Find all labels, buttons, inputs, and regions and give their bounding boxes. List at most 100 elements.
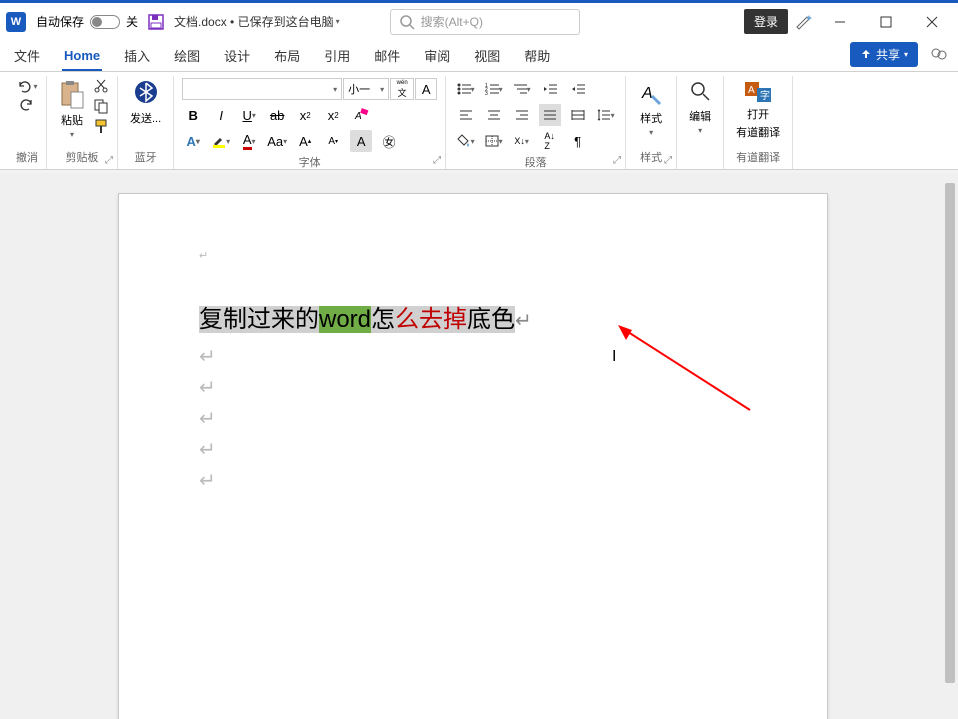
- dialog-launcher-icon[interactable]: ⤢: [105, 155, 113, 166]
- italic-button[interactable]: I: [210, 104, 232, 126]
- tab-home[interactable]: Home: [62, 42, 102, 71]
- autosave-state: 关: [126, 13, 138, 30]
- scrollbar-thumb[interactable]: [945, 183, 955, 683]
- undo-icon[interactable]: [16, 78, 32, 94]
- page[interactable]: ↵ 复制过来的word怎么去掉底色↵ ↵ ↵ ↵ ↵ ↵: [118, 193, 828, 719]
- shrink-font-button[interactable]: A▾: [322, 130, 344, 152]
- vertical-scrollbar[interactable]: [943, 173, 957, 719]
- tab-draw[interactable]: 绘图: [172, 40, 202, 71]
- group-label-styles: 样式: [640, 149, 662, 165]
- comments-icon[interactable]: [930, 46, 948, 64]
- text-cursor-icon: I: [612, 348, 616, 366]
- bluetooth-icon: [134, 80, 158, 108]
- search-icon: [399, 14, 415, 30]
- document-canvas[interactable]: ↵ 复制过来的word怎么去掉底色↵ ↵ ↵ ↵ ↵ ↵: [0, 173, 958, 719]
- ribbon: ▾ 撤消 粘贴 ▾ 剪贴板⤢ 发送...: [0, 72, 958, 170]
- group-label-clipboard: 剪贴板: [66, 149, 99, 165]
- tab-file[interactable]: 文件: [12, 40, 42, 71]
- show-marks-button[interactable]: ¶: [567, 130, 589, 152]
- subscript-button[interactable]: x2: [294, 104, 316, 126]
- tab-insert[interactable]: 插入: [122, 40, 152, 71]
- cut-icon[interactable]: [93, 78, 109, 94]
- char-border-button[interactable]: A: [415, 78, 437, 100]
- search-input[interactable]: 搜索(Alt+Q): [390, 9, 580, 35]
- pen-sparkle-icon[interactable]: [794, 12, 814, 32]
- title-bar: W 自动保存 关 文档.docx • 已保存到这台电脑 ▾ 搜索(Alt+Q) …: [0, 0, 958, 40]
- tab-references[interactable]: 引用: [322, 40, 352, 71]
- justify-button[interactable]: [539, 104, 561, 126]
- chevron-down-icon: ▾: [904, 50, 908, 59]
- group-styles: A 样式 ▾ 样式⤢: [626, 76, 677, 169]
- tab-layout[interactable]: 布局: [272, 40, 302, 71]
- font-size-combo[interactable]: 小一▾: [343, 78, 389, 100]
- share-button[interactable]: 共享 ▾: [850, 42, 918, 67]
- svg-text:A: A: [748, 85, 755, 96]
- format-painter-icon[interactable]: [93, 118, 109, 134]
- editing-button[interactable]: 编辑 ▾: [685, 78, 715, 137]
- tab-design[interactable]: 设计: [222, 40, 252, 71]
- paragraph-mark-icon: ↵: [199, 468, 747, 493]
- align-right-button[interactable]: [511, 104, 533, 126]
- login-button[interactable]: 登录: [744, 9, 788, 34]
- svg-text:字: 字: [760, 89, 770, 102]
- tab-mailings[interactable]: 邮件: [372, 40, 402, 71]
- font-color-button[interactable]: A▾: [238, 130, 260, 152]
- close-button[interactable]: [912, 7, 952, 37]
- line-spacing-button[interactable]: ▾: [595, 104, 617, 126]
- bullets-button[interactable]: ▾: [455, 78, 477, 100]
- paragraph-mark-icon: ↵: [515, 310, 532, 332]
- minimize-button[interactable]: [820, 7, 860, 37]
- bluetooth-send-button[interactable]: 发送...: [126, 78, 165, 128]
- superscript-button[interactable]: x2: [322, 104, 344, 126]
- increase-indent-button[interactable]: [567, 78, 589, 100]
- dialog-launcher-icon[interactable]: ⤢: [664, 155, 672, 166]
- asian-layout-button[interactable]: X↓▾: [511, 130, 533, 152]
- phonetic-guide-button[interactable]: wén文: [390, 78, 414, 100]
- borders-button[interactable]: ▾: [483, 130, 505, 152]
- strikethrough-button[interactable]: ab: [266, 104, 288, 126]
- sort-button[interactable]: A↓Z: [539, 130, 561, 152]
- dialog-launcher-icon[interactable]: ⤢: [613, 155, 621, 166]
- autosave-toggle[interactable]: 自动保存 关: [36, 13, 138, 30]
- align-center-button[interactable]: [483, 104, 505, 126]
- char-shading-button[interactable]: A: [350, 130, 372, 152]
- clear-format-button[interactable]: A: [350, 104, 372, 126]
- group-label-font: 字体: [299, 154, 321, 170]
- distribute-button[interactable]: [567, 104, 589, 126]
- redo-icon[interactable]: [19, 96, 35, 112]
- toggle-switch-icon[interactable]: [90, 15, 120, 29]
- document-title[interactable]: 文档.docx • 已保存到这台电脑 ▾: [174, 13, 340, 30]
- save-icon[interactable]: [148, 14, 164, 30]
- paragraph-mark-icon: ↵: [199, 437, 747, 462]
- copy-icon[interactable]: [93, 98, 109, 114]
- change-case-button[interactable]: Aa▾: [266, 130, 288, 152]
- maximize-button[interactable]: [866, 7, 906, 37]
- decrease-indent-button[interactable]: [539, 78, 561, 100]
- bold-button[interactable]: B: [182, 104, 204, 126]
- selected-text[interactable]: 复制过来的word怎么去掉底色: [199, 306, 515, 333]
- grow-font-button[interactable]: A▴: [294, 130, 316, 152]
- text-effects-button[interactable]: A▾: [182, 130, 204, 152]
- shading-button[interactable]: ▾: [455, 130, 477, 152]
- paste-button[interactable]: 粘贴 ▾: [55, 78, 89, 141]
- tab-view[interactable]: 视图: [472, 40, 502, 71]
- highlight-button[interactable]: ▾: [210, 130, 232, 152]
- font-family-combo[interactable]: ▾: [182, 78, 342, 100]
- multilevel-list-button[interactable]: ▾: [511, 78, 533, 100]
- tab-help[interactable]: 帮助: [522, 40, 552, 71]
- paragraph-mark-icon: ↵: [199, 344, 747, 369]
- youdao-translate-button[interactable]: A字 打开 有道翻译: [732, 78, 784, 142]
- dialog-launcher-icon[interactable]: ⤢: [433, 155, 441, 166]
- translate-icon: A字: [743, 80, 773, 104]
- styles-icon: A: [638, 80, 664, 108]
- tab-review[interactable]: 审阅: [422, 40, 452, 71]
- paragraph-mark-icon: ↵: [199, 375, 747, 400]
- styles-button[interactable]: A 样式 ▾: [634, 78, 668, 139]
- chevron-down-icon: ▾: [649, 128, 653, 137]
- underline-button[interactable]: U▾: [238, 104, 260, 126]
- chevron-down-icon[interactable]: ▾: [33, 82, 37, 91]
- align-left-button[interactable]: [455, 104, 477, 126]
- numbering-button[interactable]: 123▾: [483, 78, 505, 100]
- enclose-char-button[interactable]: ㊛: [378, 130, 400, 152]
- chevron-down-icon: ▾: [70, 130, 74, 139]
